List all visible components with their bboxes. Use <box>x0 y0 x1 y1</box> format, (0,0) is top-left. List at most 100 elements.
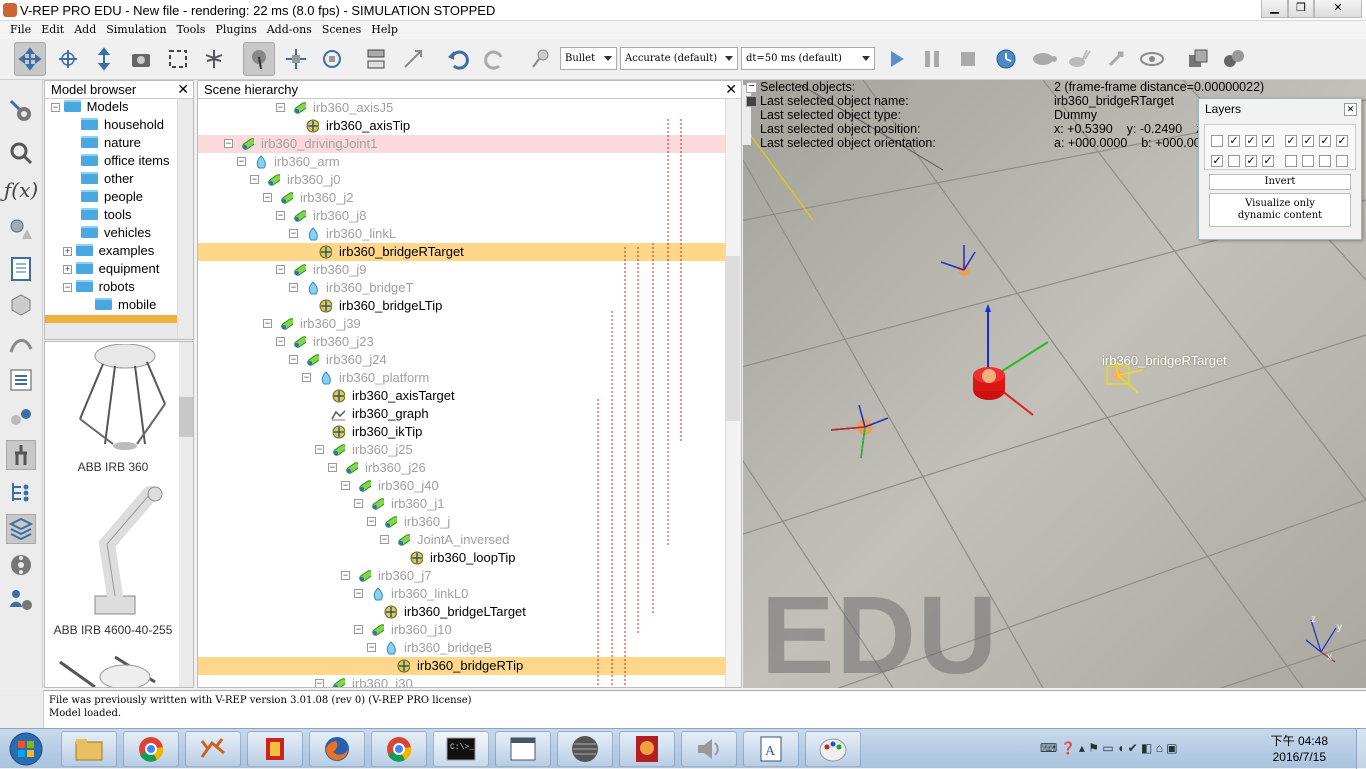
tree-item-household[interactable]: household <box>81 117 164 135</box>
camera-pan-button[interactable] <box>14 42 46 76</box>
expand-icon[interactable]: + <box>63 265 72 274</box>
layer-checkbox[interactable] <box>1336 155 1348 167</box>
menu-simulation[interactable]: Simulation <box>101 21 171 38</box>
tree-item-nature[interactable]: nature <box>81 135 141 153</box>
selected-tree-item[interactable] <box>45 315 177 323</box>
tree-item-tools[interactable]: tools <box>81 207 131 225</box>
taskbar-chrome[interactable] <box>123 731 179 767</box>
stop-simulation-button[interactable] <box>952 42 984 76</box>
camera-rotate-button[interactable] <box>52 42 84 76</box>
menu-scenes[interactable]: Scenes <box>317 21 366 38</box>
abb-irb360-thumbnail[interactable] <box>65 344 175 454</box>
menu-add[interactable]: Add <box>69 21 101 38</box>
taskbar-tiger[interactable] <box>619 731 675 767</box>
layer-checkbox[interactable]: ✓ <box>1319 135 1331 147</box>
menu-addons[interactable]: Add-ons <box>262 21 317 38</box>
visualize-dynamic-button[interactable]: Visualize only dynamic content <box>1209 193 1351 227</box>
layer-checkbox[interactable] <box>1319 155 1331 167</box>
taskbar-sound[interactable] <box>681 731 737 767</box>
tree-item-examples[interactable]: + examples <box>63 243 154 261</box>
video-recorder-button[interactable] <box>6 550 36 580</box>
scene-hierarchy-button[interactable] <box>6 477 36 507</box>
tree-item-mobile[interactable]: mobile <box>95 297 156 315</box>
scripts-button[interactable]: ƒ(x) <box>4 175 38 205</box>
path-button[interactable] <box>6 328 36 358</box>
layer-checkbox[interactable]: ✓ <box>1262 135 1274 147</box>
undo-button[interactable] <box>442 42 474 76</box>
redo-button[interactable] <box>479 42 511 76</box>
close-icon[interactable]: ✕ <box>725 81 737 98</box>
layers-button[interactable] <box>6 514 36 544</box>
taskbar-vrep[interactable] <box>185 731 241 767</box>
box-button[interactable] <box>6 290 36 320</box>
minimize-button[interactable]: ▁ <box>1261 0 1288 18</box>
close-window-button[interactable]: ✕ <box>1314 0 1362 18</box>
taskbar-cmd[interactable]: C:\>_ <box>433 731 489 767</box>
expand-icon[interactable]: + <box>63 247 72 256</box>
close-icon[interactable]: ✕ <box>1344 103 1357 116</box>
layer-checkbox[interactable] <box>1228 155 1240 167</box>
taskbar-wordpad[interactable]: A <box>743 731 799 767</box>
threaded-rendering-button[interactable] <box>1100 42 1132 76</box>
physics-engine-select[interactable]: Bullet <box>560 47 617 70</box>
model-browser-button[interactable] <box>6 440 36 470</box>
thumbnail-scrollbar[interactable] <box>179 342 193 687</box>
start-simulation-button[interactable] <box>880 42 912 76</box>
tree-item-vehicles[interactable]: vehicles <box>81 225 151 243</box>
layer-checkbox[interactable] <box>1285 155 1297 167</box>
transfer-dna-button[interactable] <box>397 42 429 76</box>
user-settings-button[interactable] <box>6 585 36 615</box>
object-shift-button[interactable] <box>280 42 312 76</box>
select-button[interactable] <box>243 42 275 76</box>
tree-item-office-items[interactable]: office items <box>81 153 170 171</box>
close-icon[interactable]: ✕ <box>177 81 189 98</box>
camera-fly-button[interactable] <box>198 42 230 76</box>
tree-item-people[interactable]: people <box>81 189 143 207</box>
vertical-scrollbar[interactable] <box>177 99 193 339</box>
tree-item-robots[interactable]: − robots <box>63 279 135 297</box>
realtime-button[interactable] <box>990 42 1022 76</box>
menu-tools[interactable]: Tools <box>172 21 211 38</box>
robot-thumbnail[interactable] <box>55 652 175 688</box>
collections-button[interactable] <box>6 402 36 432</box>
assemble-button[interactable] <box>360 42 392 76</box>
menu-help[interactable]: Help <box>366 21 403 38</box>
page-button[interactable] <box>6 254 36 284</box>
thumbnail-scroll-thumb[interactable] <box>179 397 193 437</box>
layer-checkbox[interactable]: ✓ <box>1336 135 1348 147</box>
visualization-toggle-button[interactable] <box>1136 42 1168 76</box>
page-selector-button[interactable] <box>1182 42 1214 76</box>
faster-button[interactable] <box>1063 42 1095 76</box>
taskbar-firefox[interactable] <box>309 731 365 767</box>
taskbar-clock[interactable]: 下午 04:48 2016/7/15 <box>1271 733 1328 765</box>
abb-irb4600-thumbnail[interactable] <box>65 484 175 619</box>
camera-angle-button[interactable] <box>125 42 157 76</box>
taskbar-paint[interactable] <box>805 731 861 767</box>
tree-item-equipment[interactable]: + equipment <box>63 261 159 279</box>
layer-checkbox[interactable]: ✓ <box>1285 135 1297 147</box>
info-toggle-icon[interactable] <box>746 96 757 107</box>
invert-button[interactable]: Invert <box>1209 174 1351 190</box>
taskbar-chrome-2[interactable] <box>371 731 427 767</box>
menu-edit[interactable]: Edit <box>36 21 69 38</box>
layer-checkbox[interactable]: ✓ <box>1302 135 1314 147</box>
taskbar-explorer[interactable] <box>61 731 117 767</box>
layer-checkbox[interactable]: ✓ <box>1262 155 1274 167</box>
tree-item-other[interactable]: other <box>81 171 134 189</box>
horizontal-scrollbar[interactable] <box>45 323 177 339</box>
scene-selector-button[interactable] <box>1218 42 1250 76</box>
layer-checkbox[interactable]: ✓ <box>1245 135 1257 147</box>
menu-plugins[interactable]: Plugins <box>210 21 261 38</box>
layer-checkbox[interactable]: ✓ <box>1211 155 1223 167</box>
dynamics-toggle-button[interactable] <box>525 42 557 76</box>
fit-view-button[interactable] <box>162 42 194 76</box>
system-tray[interactable]: ⌨ ❓ ▴ ⚑ ▭ ◖ ✔ ◧ ⌂ ▣ <box>1040 741 1270 757</box>
timestep-select[interactable]: dt=50 ms (default) <box>741 47 875 70</box>
taskbar-window[interactable] <box>495 731 551 767</box>
selection-button[interactable] <box>6 138 36 168</box>
slower-button[interactable] <box>1027 42 1059 76</box>
show-desktop-button[interactable] <box>1356 729 1366 769</box>
collapse-icon[interactable]: − <box>63 283 72 292</box>
layer-checkbox[interactable]: ✓ <box>1245 155 1257 167</box>
tree-item-models[interactable]: − Models <box>51 99 129 117</box>
